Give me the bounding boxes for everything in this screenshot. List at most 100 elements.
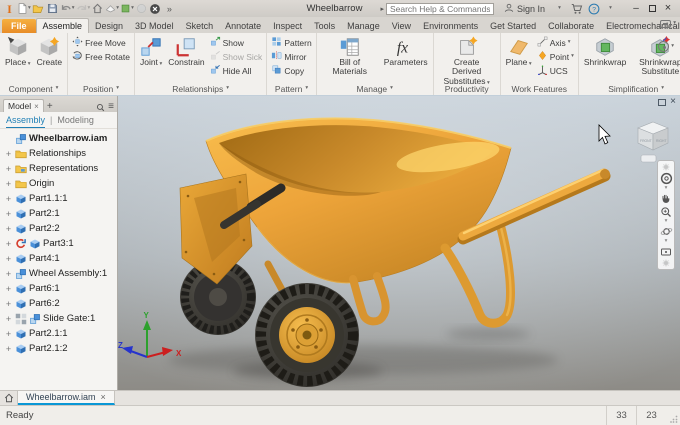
maximize-button[interactable] [645, 2, 659, 15]
expand-icon[interactable]: + [4, 164, 13, 174]
expand-icon[interactable]: + [4, 269, 13, 279]
expand-icon[interactable]: + [4, 149, 13, 159]
tree-item-wheelbarrow-iam[interactable]: Wheelbarrow.iam [0, 131, 117, 146]
expand-icon[interactable]: + [4, 314, 13, 324]
ribbon-group-label-component[interactable]: Component ▾ [3, 82, 64, 95]
tree-item-slide-gate-1[interactable]: + Slide Gate:1 [0, 311, 117, 326]
ribbon-button-ucs[interactable]: UCS [536, 64, 575, 77]
tree-item-wheel-assembly-1[interactable]: + Wheel Assembly:1 [0, 266, 117, 281]
caret-icon[interactable]: ▾ [604, 2, 617, 16]
ribbon-button-plane[interactable]: Plane ▾ [504, 34, 534, 69]
ribbon-button-create[interactable]: Create [35, 34, 65, 68]
ribbon-button-parameters[interactable]: fx Parameters [382, 34, 430, 68]
menu-tab-view[interactable]: View [386, 19, 417, 33]
undo-icon[interactable]: ▾ [60, 2, 75, 16]
ribbon-group-label-position[interactable]: Position ▾ [71, 82, 131, 95]
menu-tab-design[interactable]: Design [89, 19, 129, 33]
expand-icon[interactable]: + [4, 299, 13, 309]
viewport[interactable]: Y Z X FRONT RIGHT × ▾ ▾ ▾ [118, 96, 680, 390]
ribbon-button-joint[interactable]: Joint ▾ [138, 34, 164, 69]
tree-item-part2-2[interactable]: + Part2:2 [0, 221, 117, 236]
expand-icon[interactable]: + [4, 329, 13, 339]
inventor-logo-icon[interactable]: I [3, 2, 16, 16]
search-expander-icon[interactable]: ▸ [380, 5, 384, 13]
tree-item-part6-1[interactable]: + Part6:1 [0, 281, 117, 296]
browser-subtab-assembly[interactable]: Assembly [6, 113, 46, 128]
ribbon-button-free-move[interactable]: Free Move [71, 36, 131, 49]
settings-icon[interactable] [658, 259, 674, 267]
appearance-icon[interactable] [135, 2, 148, 16]
close-icon[interactable]: × [670, 97, 676, 107]
menu-tab-annotate[interactable]: Annotate [219, 19, 267, 33]
ribbon-group-label-pattern[interactable]: Pattern ▾ [270, 82, 312, 95]
redo-icon[interactable]: ▾ [76, 2, 90, 16]
caret-icon[interactable]: ▾ [553, 2, 566, 16]
close-button[interactable]: × [661, 2, 675, 15]
tree-item-part1-1-1[interactable]: + Part1.1:1 [0, 191, 117, 206]
ribbon-button-pattern[interactable]: Pattern [270, 36, 312, 49]
search-input[interactable] [385, 2, 494, 15]
menu-tab-inspect[interactable]: Inspect [267, 19, 308, 33]
menu-tab-tools[interactable]: Tools [308, 19, 341, 33]
menu-tab-collaborate[interactable]: Collaborate [542, 19, 600, 33]
browser-tab-model[interactable]: Model × [3, 99, 44, 112]
orbit-icon[interactable] [658, 225, 674, 238]
ribbon-button-point[interactable]: Point ▾ [536, 50, 575, 63]
ribbon-options-button[interactable]: ▾ [660, 20, 676, 28]
tree-item-part3-1[interactable]: + Part3:1 [0, 236, 117, 251]
tree-item-part2-1-2[interactable]: + Part2.1:2 [0, 341, 117, 356]
expand-icon[interactable]: + [4, 224, 13, 234]
menu-tab-3d-model[interactable]: 3D Model [129, 19, 180, 33]
view-cube-menu[interactable] [640, 154, 657, 163]
menu-tab-sketch[interactable]: Sketch [180, 19, 220, 33]
tree-item-part4-1[interactable]: + Part4:1 [0, 251, 117, 266]
material-icon[interactable]: ▾ [120, 2, 134, 16]
open-file-icon[interactable] [32, 2, 45, 16]
tree-item-representations[interactable]: + Representations [0, 161, 117, 176]
menu-tab-manage[interactable]: Manage [341, 19, 386, 33]
menu-tab-environments[interactable]: Environments [417, 19, 484, 33]
settings-icon[interactable] [658, 163, 674, 171]
menu-icon[interactable]: ≡ [108, 101, 114, 112]
ribbon-button-place[interactable]: Place ▾ [3, 34, 33, 69]
minimize-button[interactable]: – [629, 2, 643, 15]
ribbon-group-label-work-features[interactable]: Work Features [504, 82, 575, 95]
cart-icon[interactable] [570, 2, 583, 16]
tree-item-part2-1[interactable]: + Part2:1 [0, 206, 117, 221]
ribbon-button-copy[interactable]: Copy [270, 64, 312, 77]
expand-icon[interactable]: + [4, 239, 13, 249]
ribbon-button-mirror[interactable]: Mirror [270, 50, 312, 63]
search-icon[interactable] [96, 103, 105, 112]
document-tab-wheelbarrow-iam[interactable]: Wheelbarrow.iam × [18, 391, 115, 405]
resize-grip[interactable] [666, 406, 680, 425]
home-tab-button[interactable] [0, 391, 18, 405]
menu-tab-file[interactable]: File [2, 19, 36, 33]
ribbon-button-constrain[interactable]: Constrain [166, 34, 206, 68]
ribbon-button-free-rotate[interactable]: Free Rotate [71, 50, 131, 63]
view-face-icon[interactable]: ▾ [105, 2, 119, 16]
ribbon-button-axis[interactable]: Axis ▾ [536, 36, 575, 49]
expand-icon[interactable]: + [4, 209, 13, 219]
ribbon-button-show[interactable]: Show [209, 36, 264, 49]
expand-icon[interactable]: + [4, 254, 13, 264]
expand-icon[interactable]: + [4, 179, 13, 189]
escape-icon[interactable] [149, 2, 162, 16]
menu-tab-get-started[interactable]: Get Started [484, 19, 542, 33]
navigation-wheel-icon[interactable] [658, 172, 674, 185]
account-area[interactable]: Sign In [504, 3, 545, 15]
tree-item-relationships[interactable]: + Relationships [0, 146, 117, 161]
tree-item-part2-1-1[interactable]: + Part2.1:1 [0, 326, 117, 341]
zoom-icon[interactable] [658, 206, 674, 218]
more-commands-icon[interactable]: » [163, 2, 176, 16]
ribbon-button-bill-of-materials[interactable]: Bill of Materials [320, 34, 380, 78]
tree-item-part6-2[interactable]: + Part6:2 [0, 296, 117, 311]
tree-item-origin[interactable]: + Origin [0, 176, 117, 191]
add-panel-icon[interactable]: + [47, 102, 53, 112]
caret-icon[interactable]: ▾ [658, 238, 674, 245]
close-icon[interactable]: × [34, 102, 39, 111]
expand-icon[interactable]: + [4, 344, 13, 354]
look-at-icon[interactable] [658, 246, 674, 258]
expand-icon[interactable]: + [4, 194, 13, 204]
restore-icon[interactable] [658, 98, 667, 106]
panel-options-button[interactable]: ▾ [658, 41, 674, 52]
